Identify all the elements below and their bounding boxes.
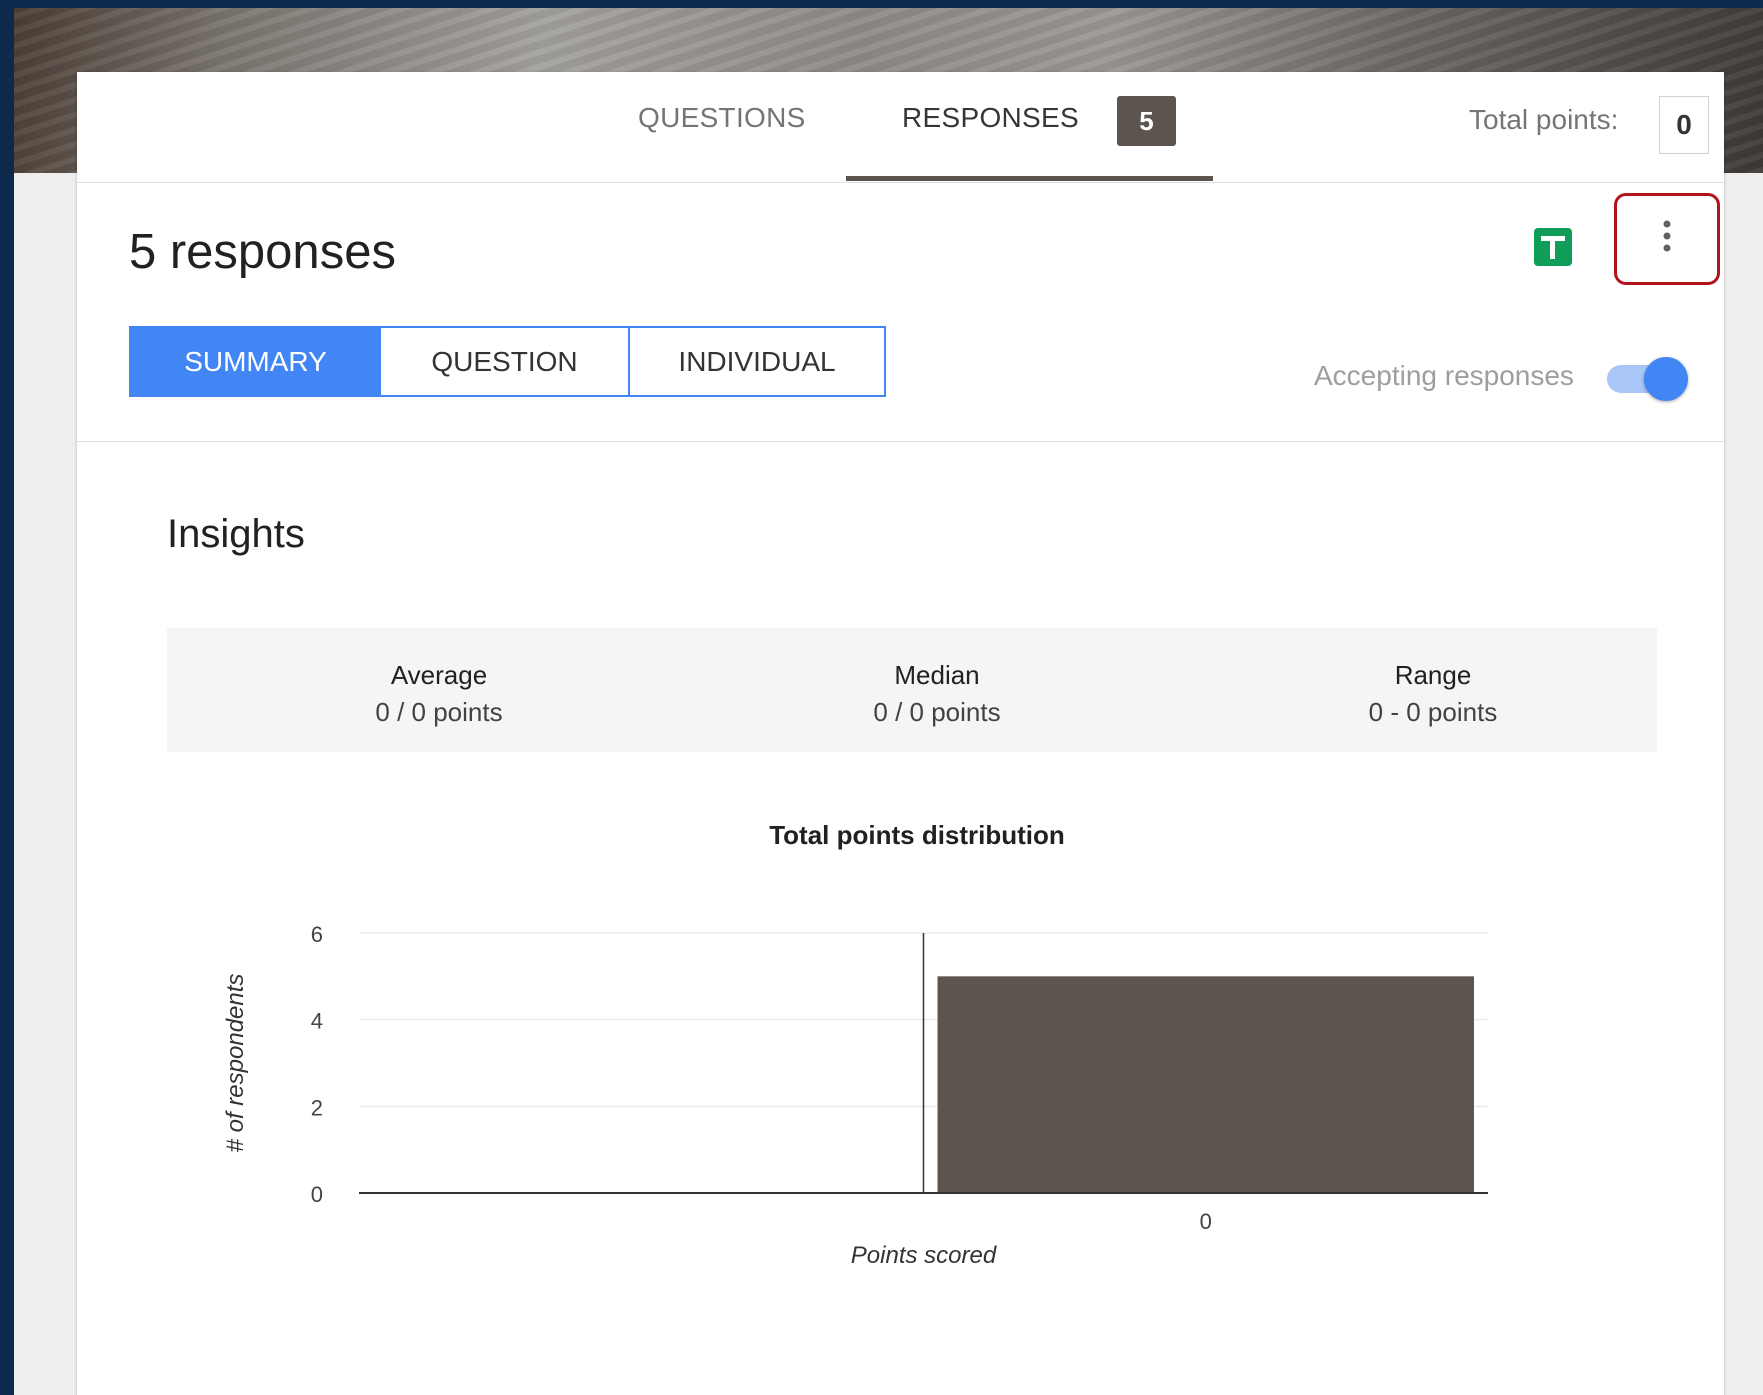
responses-card: QUESTIONS RESPONSES 5 Total points: 0 5 …	[77, 72, 1724, 1395]
y-tick-label: 0	[311, 1182, 323, 1207]
bar	[937, 976, 1474, 1193]
y-tick-label: 6	[311, 922, 323, 947]
x-axis-label: Points scored	[851, 1242, 997, 1269]
page-frame: QUESTIONS RESPONSES 5 Total points: 0 5 …	[14, 8, 1763, 1395]
x-tick-label: 0	[1200, 1209, 1212, 1234]
y-tick-label: 4	[311, 1009, 323, 1034]
y-axis-label: # of respondents	[222, 974, 249, 1153]
points-distribution-chart: 0 2 4 6 0 Points scored # of respondents	[222, 922, 1488, 1269]
y-tick-label: 2	[311, 1095, 323, 1120]
